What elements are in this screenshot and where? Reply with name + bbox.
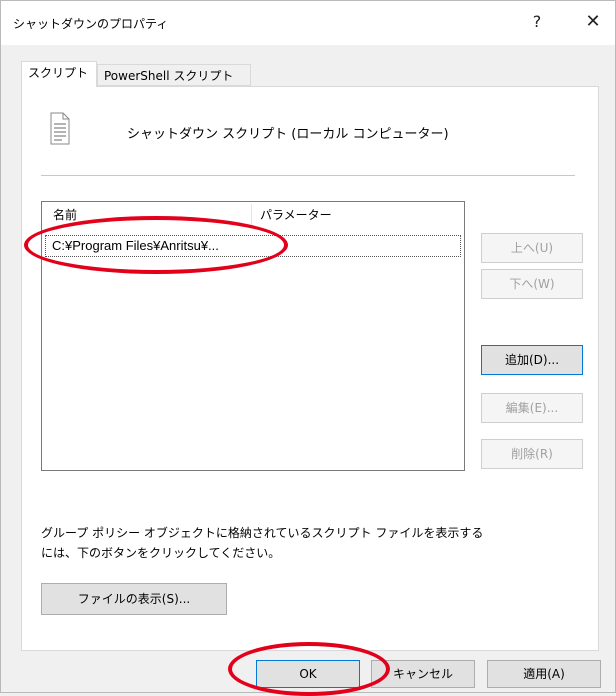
add-label: 追加(D)...: [504, 353, 560, 367]
move-down-button[interactable]: 下へ(W): [481, 269, 583, 299]
show-files-button[interactable]: ファイルの表示(S)...: [41, 583, 227, 615]
add-button[interactable]: 追加(D)...: [481, 345, 583, 375]
table-row[interactable]: C:¥Program Files¥Anritsu¥...: [45, 235, 461, 257]
properties-dialog: シャットダウンのプロパティ ? ✕ スクリプト PowerShell スクリプト…: [0, 0, 616, 693]
delete-label: 削除(R): [511, 447, 553, 461]
show-files-label: ファイルの表示(S)...: [77, 592, 191, 606]
title-bar: シャットダウンのプロパティ ? ✕: [1, 1, 615, 45]
script-icon: [50, 112, 70, 145]
column-header-name[interactable]: 名前: [53, 204, 249, 226]
close-button[interactable]: ✕: [573, 7, 613, 37]
help-button[interactable]: ?: [517, 7, 557, 37]
move-down-label: 下へ(W): [509, 277, 555, 291]
edit-button[interactable]: 編集(E)...: [481, 393, 583, 423]
column-header-parameters[interactable]: パラメーター: [251, 204, 470, 226]
move-up-button[interactable]: 上へ(U): [481, 233, 583, 263]
script-type-heading: シャットダウン スクリプト (ローカル コンピューター): [127, 127, 449, 142]
window-title: シャットダウンのプロパティ: [13, 17, 169, 31]
ok-button[interactable]: OK: [256, 660, 360, 688]
separator: [41, 175, 575, 176]
tab-scripts[interactable]: スクリプト: [21, 61, 97, 87]
info-line-2: には、下のボタンをクリックしてください。: [41, 546, 281, 560]
apply-button[interactable]: 適用(A): [487, 660, 601, 688]
info-text: グループ ポリシー オブジェクトに格納されているスクリプト ファイルを表示する …: [41, 523, 561, 563]
edit-label: 編集(E)...: [505, 401, 559, 415]
move-up-label: 上へ(U): [510, 241, 554, 255]
info-line-1: グループ ポリシー オブジェクトに格納されているスクリプト ファイルを表示する: [41, 526, 484, 540]
script-list[interactable]: 名前 パラメーター C:¥Program Files¥Anritsu¥...: [41, 201, 465, 471]
delete-button[interactable]: 削除(R): [481, 439, 583, 469]
tab-powershell-scripts[interactable]: PowerShell スクリプト: [97, 64, 251, 86]
cancel-button[interactable]: キャンセル: [371, 660, 475, 688]
script-name-cell: C:¥Program Files¥Anritsu¥...: [52, 238, 219, 253]
